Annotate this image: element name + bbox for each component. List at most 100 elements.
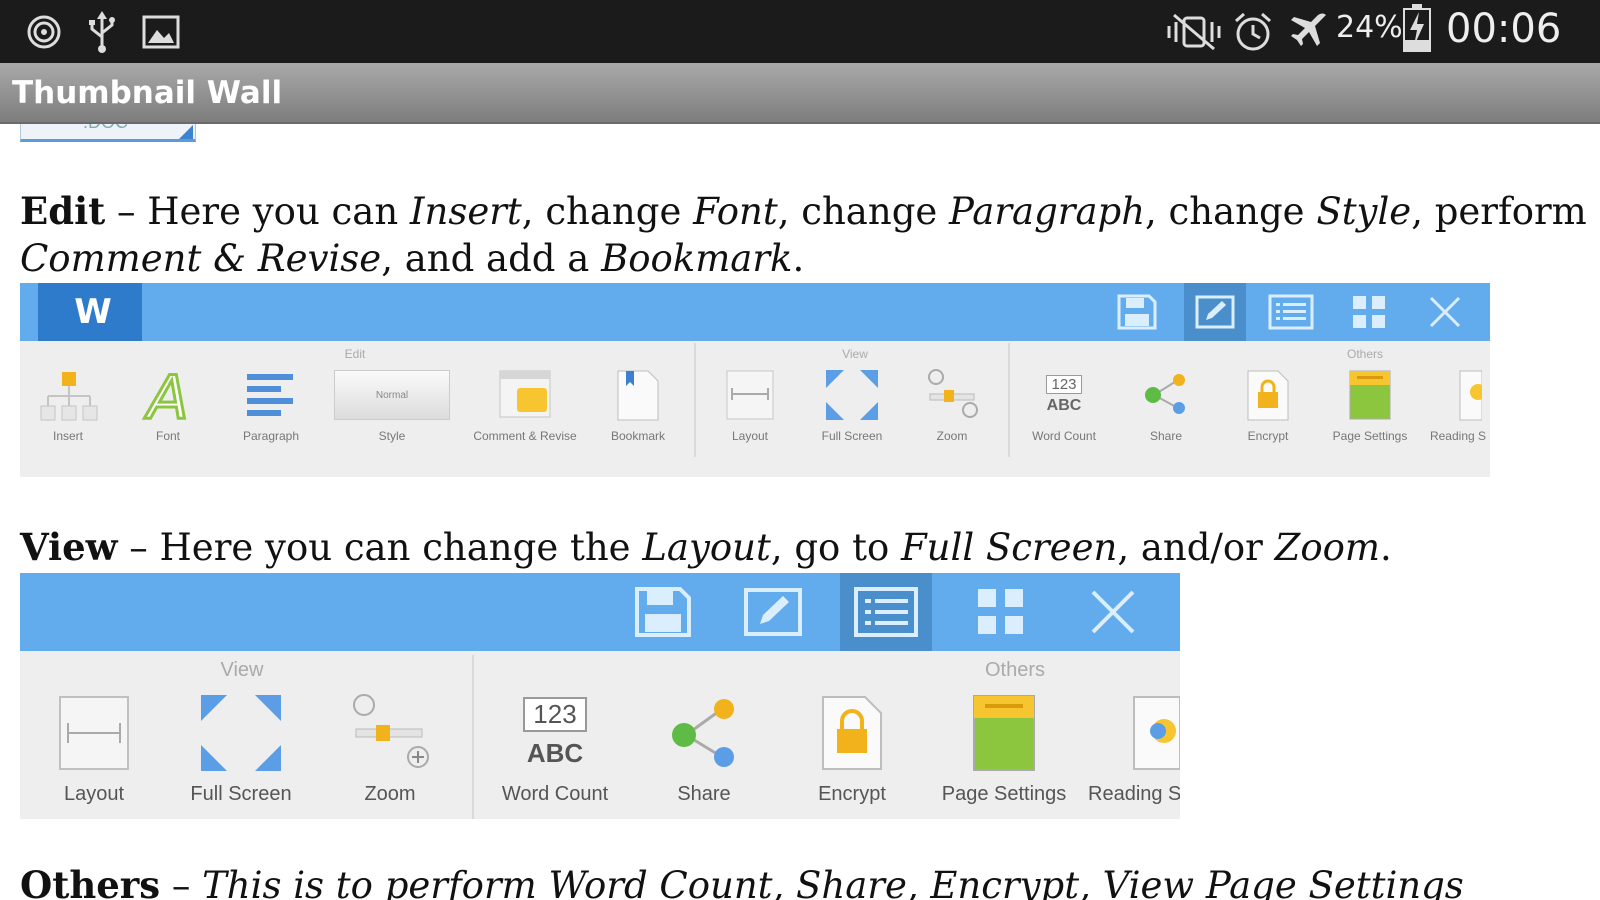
text-run: , change	[777, 190, 950, 233]
term-bookmark: Bookmark	[601, 237, 793, 280]
others-text: This is to perform Word Count, Share, En…	[202, 864, 1464, 900]
group-label-edit: Edit	[344, 347, 366, 361]
comment-revise-label: Comment & Revise	[473, 429, 577, 443]
style-tool: Normal Style	[332, 367, 452, 443]
page-settings-label: Page Settings	[941, 783, 1067, 805]
zoom-tool: Zoom	[336, 691, 444, 806]
save-icon	[1106, 283, 1168, 341]
font-label: Font	[155, 429, 180, 443]
page-settings-label: Page Settings	[1332, 429, 1408, 443]
bookmark-label: Bookmark	[610, 429, 666, 443]
svg-text:A: A	[143, 368, 188, 422]
text-run: .	[1379, 526, 1392, 569]
edit-toolbar-screenshot: W Edit View Others Insert A Font Paragra…	[20, 283, 1490, 477]
list-view-icon	[840, 573, 932, 651]
battery-percent: 24%	[1336, 10, 1403, 45]
battery-charging-icon	[1402, 4, 1432, 52]
list-view-icon	[1260, 283, 1322, 341]
reading-label: Reading S	[1088, 783, 1180, 805]
text-run: , go to	[770, 526, 901, 569]
text-run: – Here you can change the	[117, 526, 643, 569]
zoom-icon	[348, 691, 432, 775]
app-logo: W	[38, 283, 142, 341]
word-count-label: Word Count	[1032, 429, 1096, 443]
wc-letters: ABC	[526, 738, 584, 768]
status-bar: 24% 00:06	[0, 0, 1600, 63]
insert-label: Insert	[52, 429, 83, 443]
zoom-icon	[924, 367, 980, 423]
document-content[interactable]: .DOC Edit – Here you can Insert, change …	[0, 124, 1600, 900]
paragraph-tool: Paragraph	[232, 367, 310, 443]
wc-digits: 123	[1046, 375, 1082, 394]
share-label: Share	[677, 783, 731, 805]
encrypt-tool: Encrypt	[800, 691, 904, 806]
style-label: Style	[378, 429, 406, 443]
style-icon: Normal	[334, 367, 450, 423]
share-tool: Share	[1130, 367, 1202, 443]
term-font: Font	[693, 190, 778, 233]
share-icon	[1140, 367, 1192, 423]
layout-icon	[56, 691, 132, 775]
share-label: Share	[1149, 429, 1183, 443]
text-run: –	[160, 864, 203, 900]
share-tool: Share	[652, 691, 756, 806]
text-run: , perform	[1411, 190, 1587, 233]
group-label-others: Others	[984, 659, 1046, 681]
text-run: , change	[521, 190, 694, 233]
text-run: , and/or	[1117, 526, 1275, 569]
encrypt-icon	[819, 691, 885, 775]
term-layout: Layout	[642, 526, 771, 569]
bookmark-icon	[614, 367, 662, 423]
others-heading: Others	[20, 863, 161, 900]
action-bar: Thumbnail Wall	[0, 63, 1600, 124]
group-label-view: View	[842, 347, 868, 361]
word-count-icon: 123 ABC	[523, 691, 587, 775]
term-insert: Insert	[409, 190, 522, 233]
close-icon	[1070, 573, 1156, 651]
doc-file-thumbnail[interactable]: .DOC	[20, 124, 196, 142]
doc-thumb-label: .DOC	[83, 124, 128, 133]
text-run: – Here you can	[105, 190, 410, 233]
paragraph-label: Paragraph	[242, 429, 300, 443]
zoom-tool: Zoom	[916, 367, 988, 443]
term-paragraph: Paragraph	[949, 190, 1146, 233]
term-style: Style	[1316, 190, 1412, 233]
layout-tool: Layout	[714, 367, 786, 443]
wc-digits: 123	[523, 697, 587, 732]
zoom-label: Zoom	[936, 429, 968, 443]
encrypt-label: Encrypt	[818, 783, 886, 805]
airplane-icon	[1288, 12, 1330, 52]
group-divider	[1008, 343, 1010, 457]
wc-letters: ABC	[1046, 397, 1082, 414]
term-zoom: Zoom	[1274, 526, 1380, 569]
page-settings-icon	[1347, 367, 1393, 423]
view-description: View – Here you can change the Layout, g…	[20, 524, 1392, 571]
edit-icon	[730, 573, 816, 651]
layout-label: Layout	[731, 429, 769, 443]
text-run: , change	[1145, 190, 1317, 233]
insert-icon	[38, 367, 98, 423]
full-screen-tool: Full Screen	[178, 691, 304, 806]
page-settings-icon	[971, 691, 1037, 775]
term-comment-revise: Comment & Revise	[20, 237, 382, 280]
reading-tool: Reading S	[1426, 367, 1490, 443]
full-screen-icon	[824, 367, 880, 423]
zoom-label: Zoom	[364, 783, 416, 805]
reading-tool: Reading S	[1086, 691, 1180, 806]
style-sample: Normal	[334, 370, 450, 420]
thumb-corner-mark	[179, 125, 193, 139]
layout-tool: Layout	[42, 691, 146, 806]
view-heading: View	[20, 525, 118, 569]
reading-mode-icon	[1130, 691, 1180, 775]
comment-revise-icon	[497, 367, 553, 423]
full-screen-icon	[199, 691, 283, 775]
font-icon: A	[140, 367, 196, 423]
group-label-others: Others	[1346, 347, 1383, 361]
reading-mode-icon	[1434, 367, 1482, 423]
text-run: .	[792, 237, 805, 280]
others-description: Others – This is to perform Word Count, …	[20, 862, 1464, 900]
word-count-tool: 123 ABC Word Count	[1024, 367, 1104, 443]
page-settings-tool: Page Settings	[936, 691, 1072, 806]
page-settings-tool: Page Settings	[1322, 367, 1418, 443]
term-full-screen: Full Screen	[901, 526, 1118, 569]
